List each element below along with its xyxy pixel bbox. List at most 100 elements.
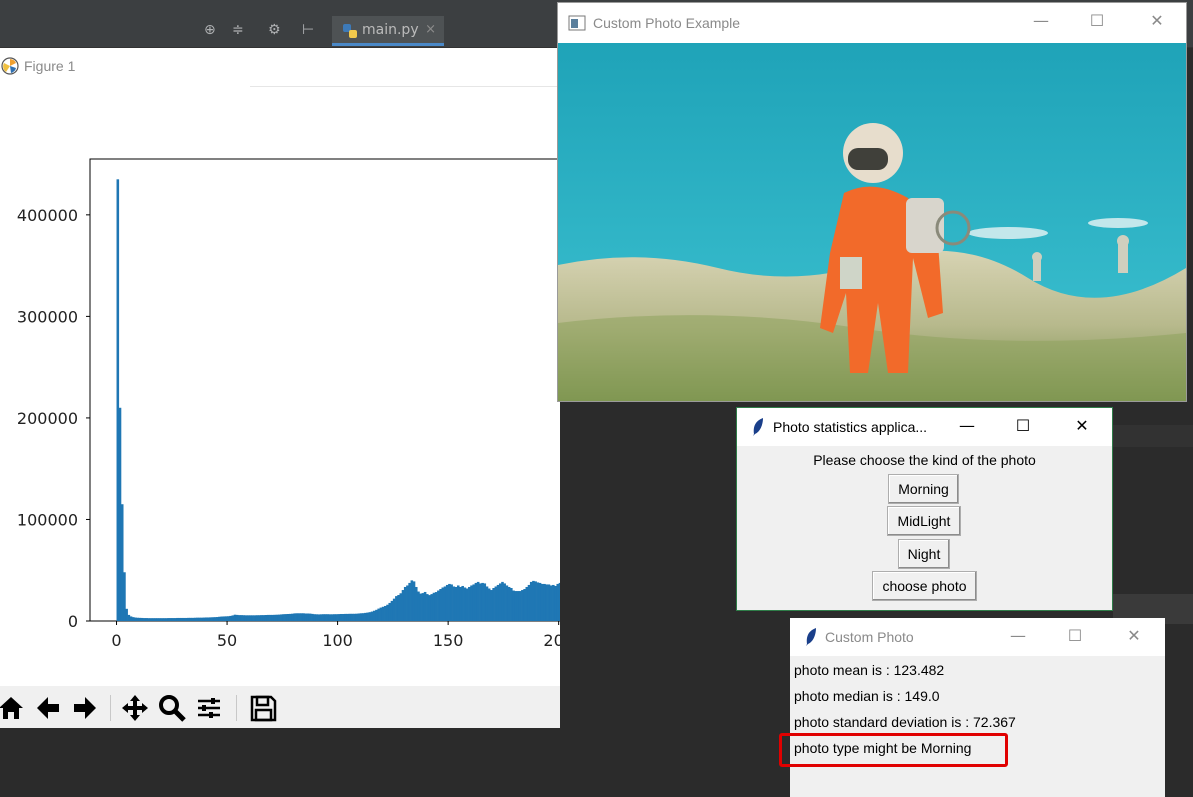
save-icon[interactable]: [248, 693, 278, 723]
histogram-bar: [370, 611, 374, 621]
histogram-bar: [428, 595, 431, 621]
collapse-icon[interactable]: ≑: [232, 20, 244, 40]
histogram-bar: [322, 614, 325, 621]
minimize-icon[interactable]: —: [1006, 626, 1030, 645]
photo-window-titlebar[interactable]: Custom Photo Example — ☐ ✕: [558, 3, 1186, 43]
histogram-bar: [408, 582, 411, 621]
histogram-bar: [253, 615, 257, 621]
histogram-bar: [505, 585, 509, 621]
back-icon[interactable]: [33, 693, 63, 723]
minimize-icon[interactable]: —: [955, 416, 979, 435]
hide-panel-icon[interactable]: ⊢: [302, 20, 314, 40]
histogram-bar: [308, 613, 312, 621]
histogram-bar: [211, 617, 215, 621]
histogram-bar: [510, 588, 513, 621]
histogram-bar: [472, 584, 476, 621]
zoom-icon[interactable]: [157, 693, 187, 723]
histogram-bar: [193, 617, 197, 621]
histogram-bar: [463, 587, 467, 621]
morning-button[interactable]: Morning: [888, 474, 959, 504]
histogram-bar: [521, 590, 524, 621]
histogram-bar: [262, 615, 265, 621]
histogram-bar: [441, 587, 445, 621]
histogram-bar: [516, 591, 520, 621]
histogram-bar: [494, 586, 498, 621]
histogram-bar: [434, 592, 438, 621]
histogram-bar: [300, 613, 303, 621]
histogram-bar: [558, 582, 560, 621]
histogram-bar: [344, 613, 347, 621]
histogram-bar: [507, 586, 511, 621]
pan-icon[interactable]: [120, 693, 150, 723]
y-tick-label: 200000: [17, 409, 78, 428]
close-icon[interactable]: ✕: [1145, 11, 1169, 30]
close-icon[interactable]: ✕: [1070, 416, 1094, 435]
configure-subplots-icon[interactable]: [194, 693, 224, 723]
histogram-bar: [169, 618, 173, 621]
x-tick-label: 150: [433, 631, 464, 650]
minimize-icon[interactable]: —: [1029, 11, 1053, 30]
std-result: photo standard deviation is : 72.367: [794, 714, 1016, 730]
histogram-bar: [426, 594, 429, 621]
histogram-bar: [527, 584, 531, 621]
stats-window: Photo statistics applica... — ☐ ✕ Please…: [736, 407, 1113, 611]
histogram-bar: [319, 614, 323, 621]
histogram-bar: [154, 618, 157, 621]
histogram-bar: [503, 583, 506, 621]
histogram-bar: [171, 618, 175, 621]
histogram-bar: [324, 614, 327, 621]
histogram-bar: [474, 582, 478, 621]
home-icon[interactable]: [0, 693, 26, 723]
histogram-bar: [255, 615, 259, 621]
histogram-bar: [132, 617, 135, 621]
forward-icon[interactable]: [70, 693, 100, 723]
plot-area: [89, 158, 560, 622]
histogram-bar: [543, 583, 546, 621]
stats-window-titlebar[interactable]: Photo statistics applica... — ☐ ✕: [737, 408, 1112, 446]
result-window-title: Custom Photo: [825, 629, 914, 645]
histogram-bar: [251, 615, 254, 621]
histogram-bar: [523, 589, 526, 621]
feather-icon: [753, 418, 763, 436]
histogram-bar: [304, 613, 307, 621]
histogram-bar: [532, 580, 535, 621]
histogram-bar: [284, 614, 288, 621]
result-window-titlebar[interactable]: Custom Photo — ☐ ✕: [790, 618, 1165, 656]
close-icon[interactable]: ✕: [1122, 626, 1146, 645]
histogram-bar: [180, 617, 184, 621]
target-icon[interactable]: ⊕: [204, 20, 216, 40]
histogram-bar: [282, 614, 285, 621]
maximize-icon[interactable]: ☐: [1011, 416, 1035, 435]
histogram-bar: [286, 613, 290, 621]
settings-icon[interactable]: ⚙: [268, 20, 281, 40]
tab-close-icon[interactable]: ×: [425, 16, 436, 44]
histogram-bar: [346, 613, 349, 621]
night-button[interactable]: Night: [898, 539, 950, 569]
histogram-bar: [264, 615, 268, 621]
histogram-bar: [479, 583, 482, 621]
histogram-bar: [187, 617, 190, 621]
histogram-bar: [204, 617, 208, 621]
histogram-bar: [359, 613, 363, 621]
histogram-bar: [311, 613, 314, 621]
histogram-bar: [317, 614, 321, 621]
histogram-bar: [461, 585, 464, 621]
histogram-bar: [302, 613, 305, 621]
astronaut-photo: [558, 43, 1186, 401]
stats-window-title: Photo statistics applica...: [773, 419, 928, 435]
histogram-bar: [330, 614, 334, 621]
choose-photo-button[interactable]: choose photo: [872, 571, 977, 601]
histogram-bar: [536, 582, 540, 621]
maximize-icon[interactable]: ☐: [1063, 626, 1087, 645]
histogram-bar: [485, 586, 489, 621]
midlight-button[interactable]: MidLight: [887, 506, 961, 536]
histogram-bar: [315, 614, 319, 621]
histogram-bar: [293, 613, 296, 621]
histogram-bar: [235, 614, 239, 621]
result-window: Custom Photo — ☐ ✕ photo mean is : 123.4…: [790, 618, 1165, 797]
histogram-chart: 0501001502002500100000200000300000400000: [17, 158, 560, 650]
tab-main-py[interactable]: main.py ×: [332, 16, 444, 46]
maximize-icon[interactable]: ☐: [1085, 11, 1109, 30]
histogram-bar: [176, 617, 179, 621]
histogram-bar: [361, 613, 365, 621]
